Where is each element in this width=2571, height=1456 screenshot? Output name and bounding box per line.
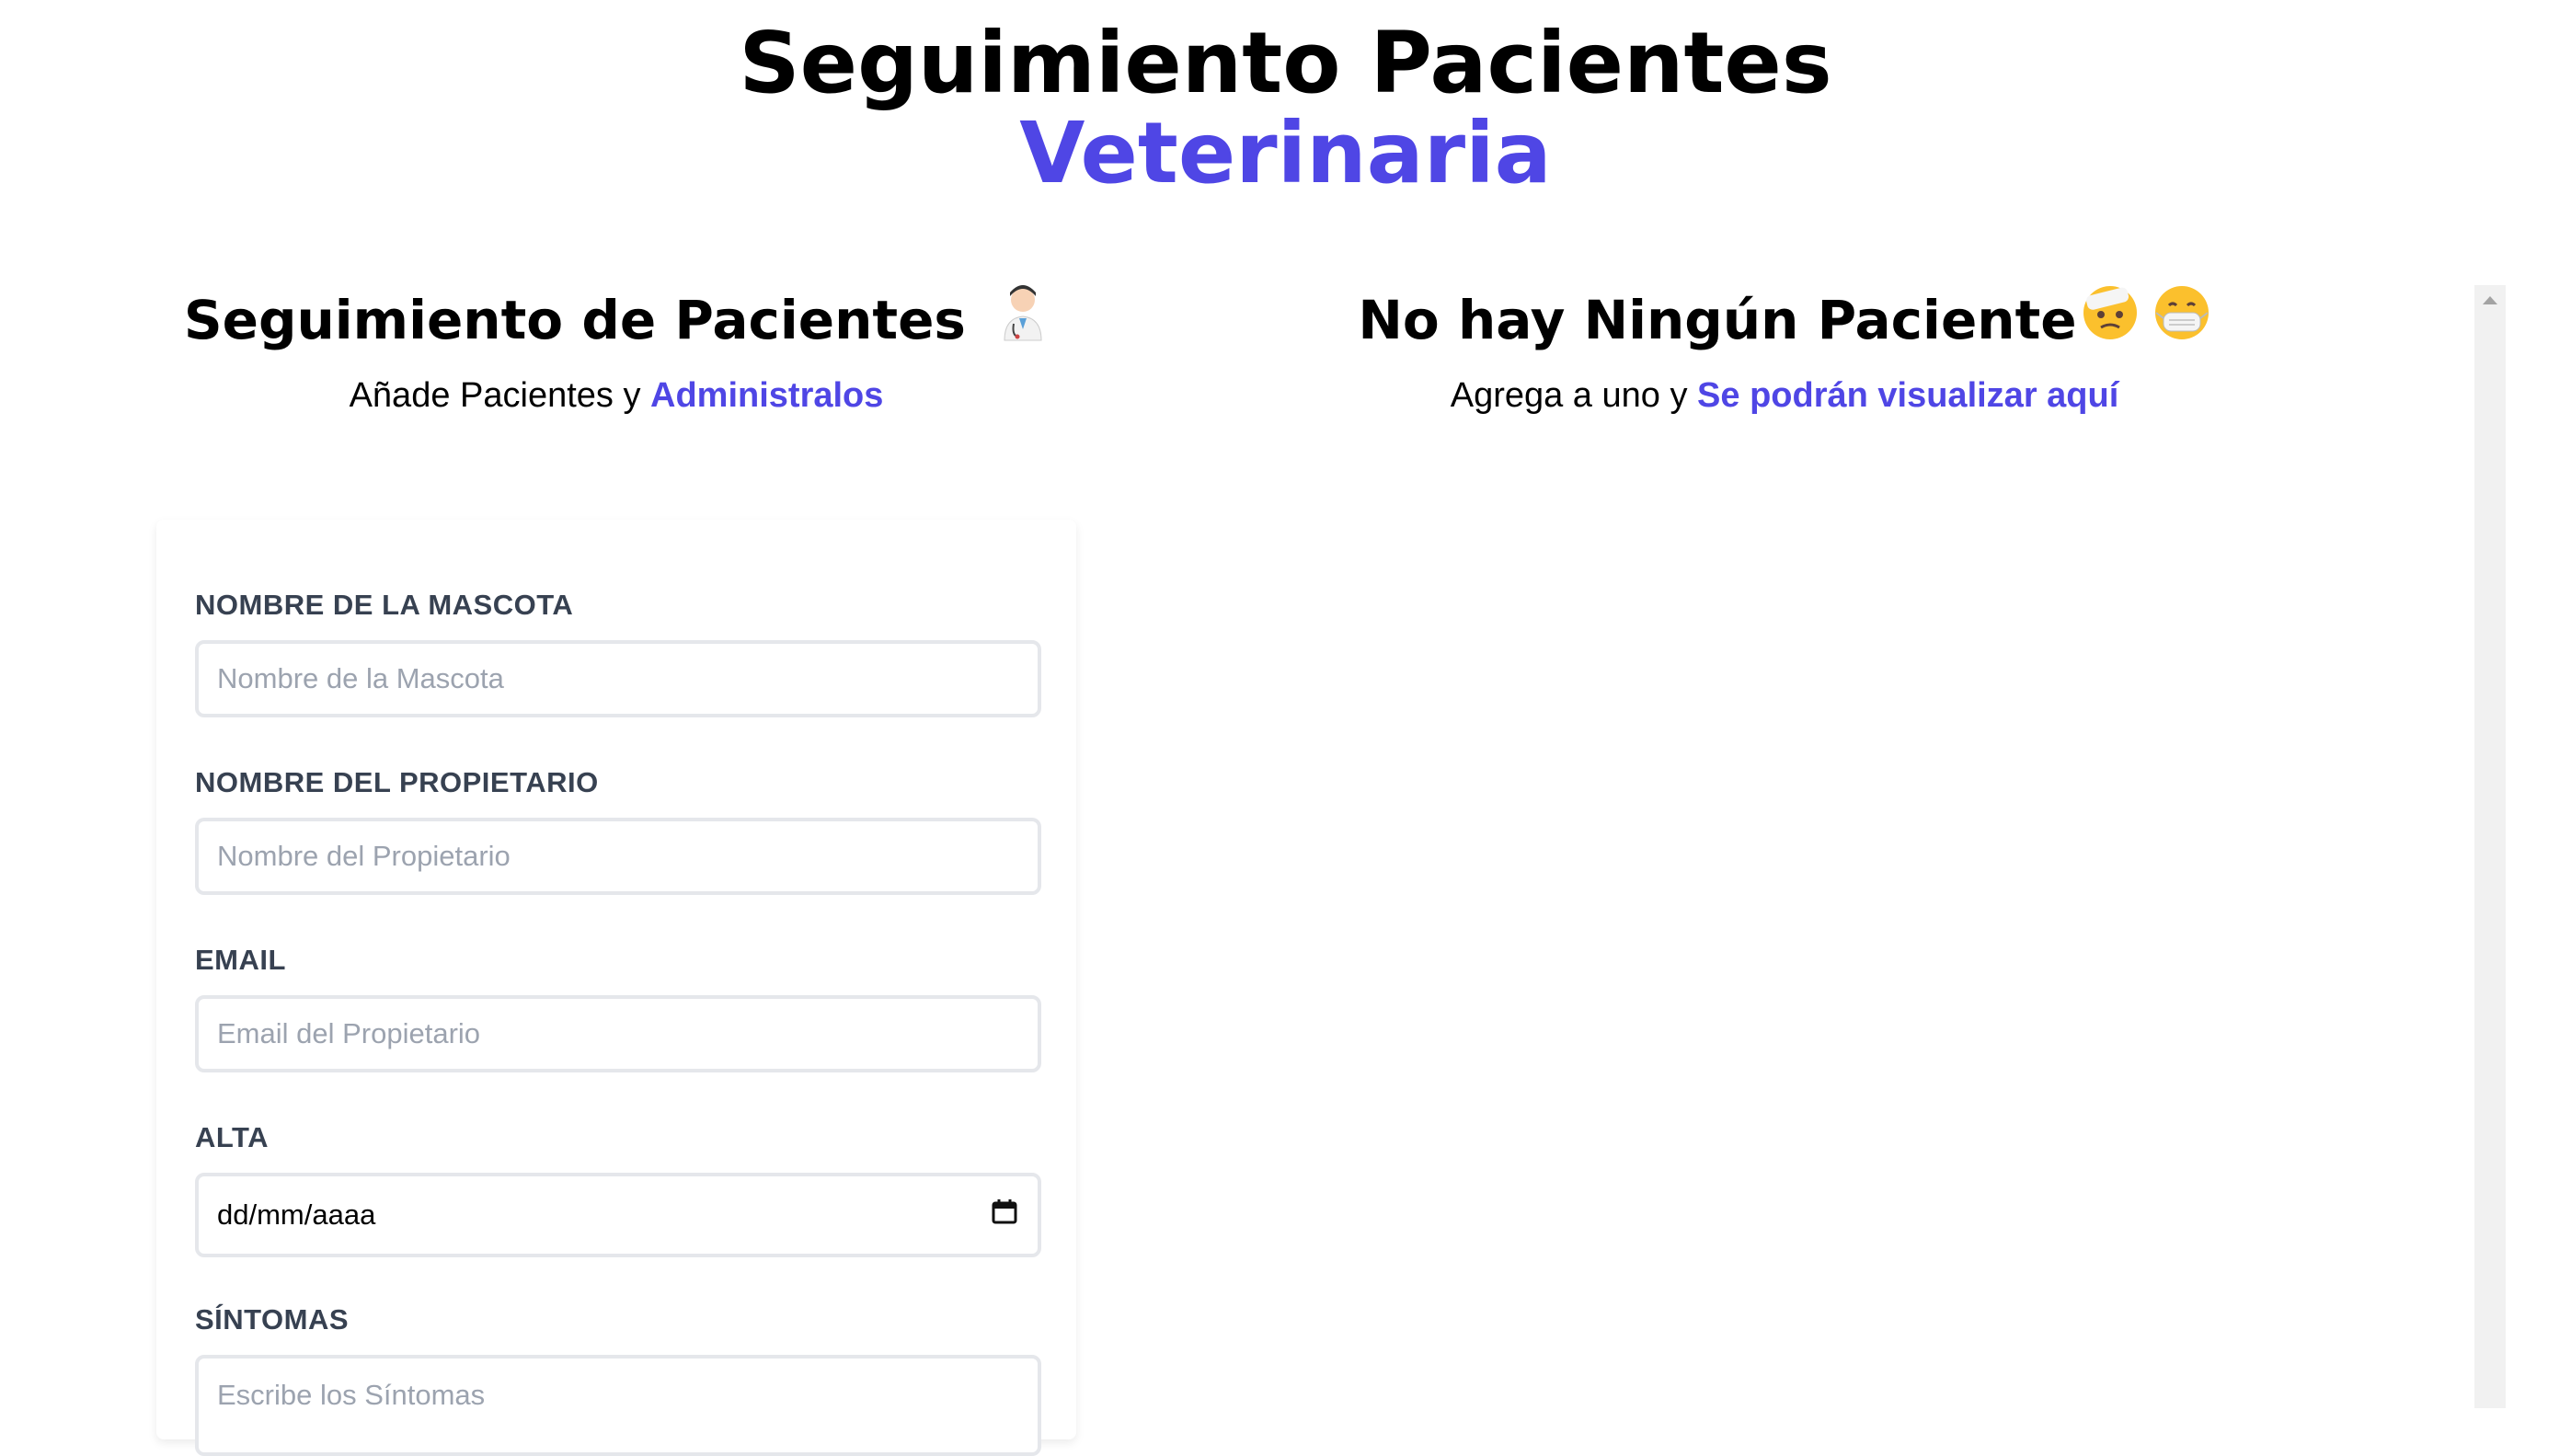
form-section-header: Seguimiento de Pacientes Añade Pacientes… (156, 276, 1076, 423)
pet-name-field: NOMBRE DE LA MASCOTA Nombre de la Mascot… (195, 589, 1041, 717)
symptoms-textarea[interactable]: Escribe los Síntomas (195, 1355, 1041, 1456)
form-subtitle-highlight: Administralos (650, 375, 884, 415)
email-placeholder: Email del Propietario (217, 1017, 481, 1049)
form-section-title: Seguimiento de Pacientes (156, 276, 1076, 368)
date-value: dd/mm/aaaa (217, 1198, 376, 1231)
form-section-subtitle: Añade Pacientes y Administralos (156, 368, 1076, 423)
owner-name-field: NOMBRE DEL PROPIETARIO Nombre del Propie… (195, 766, 1041, 895)
patient-form: NOMBRE DE LA MASCOTA Nombre de la Mascot… (156, 520, 1076, 1456)
symptoms-field: SÍNTOMAS Escribe los Síntomas (195, 1303, 1041, 1456)
patients-section-title-text: No hay Ningún Paciente (1358, 289, 2077, 351)
owner-name-input[interactable]: Nombre del Propietario (195, 818, 1041, 895)
patients-section-title: No hay Ningún Paciente (1085, 276, 2484, 368)
page-title-accent: Veterinaria (1019, 104, 1552, 202)
patients-subtitle-highlight: Se podrán visualizar aquí (1697, 375, 2119, 415)
pet-name-input[interactable]: Nombre de la Mascota (195, 640, 1041, 717)
form-section-title-text: Seguimiento de Pacientes (183, 289, 966, 351)
patients-subtitle-text: Agrega a uno y (1450, 375, 1698, 415)
email-label: EMAIL (195, 944, 286, 976)
owner-name-label: NOMBRE DEL PROPIETARIO (195, 766, 599, 798)
scrollbar[interactable] (2474, 285, 2506, 1408)
owner-name-placeholder: Nombre del Propietario (217, 840, 511, 872)
page-title: Seguimiento Pacientes Veterinaria (0, 18, 2571, 199)
date-input[interactable]: dd/mm/aaaa (195, 1173, 1041, 1257)
calendar-icon[interactable] (992, 1198, 1017, 1224)
pet-name-label: NOMBRE DE LA MASCOTA (195, 589, 574, 621)
email-field: EMAIL Email del Propietario (195, 944, 1041, 1072)
page-title-main: Seguimiento Pacientes (739, 14, 1832, 112)
date-field: ALTA dd/mm/aaaa (195, 1121, 1041, 1257)
mask-face-icon (2152, 280, 2211, 368)
doctor-icon (997, 280, 1049, 368)
patients-section-subtitle: Agrega a uno y Se podrán visualizar aquí (1085, 368, 2484, 423)
date-label: ALTA (195, 1121, 270, 1153)
pet-name-placeholder: Nombre de la Mascota (217, 662, 504, 694)
form-subtitle-text: Añade Pacientes y (349, 375, 651, 415)
symptoms-label: SÍNTOMAS (195, 1303, 350, 1336)
page-header: Seguimiento Pacientes Veterinaria (0, 18, 2571, 199)
bandaged-face-icon (2081, 280, 2140, 368)
email-input[interactable]: Email del Propietario (195, 995, 1041, 1072)
patients-section-header: No hay Ningún Paciente Agrega a uno y Se… (1085, 276, 2484, 423)
symptoms-placeholder: Escribe los Síntomas (217, 1379, 486, 1411)
scroll-up-arrow-icon[interactable] (2483, 296, 2497, 304)
